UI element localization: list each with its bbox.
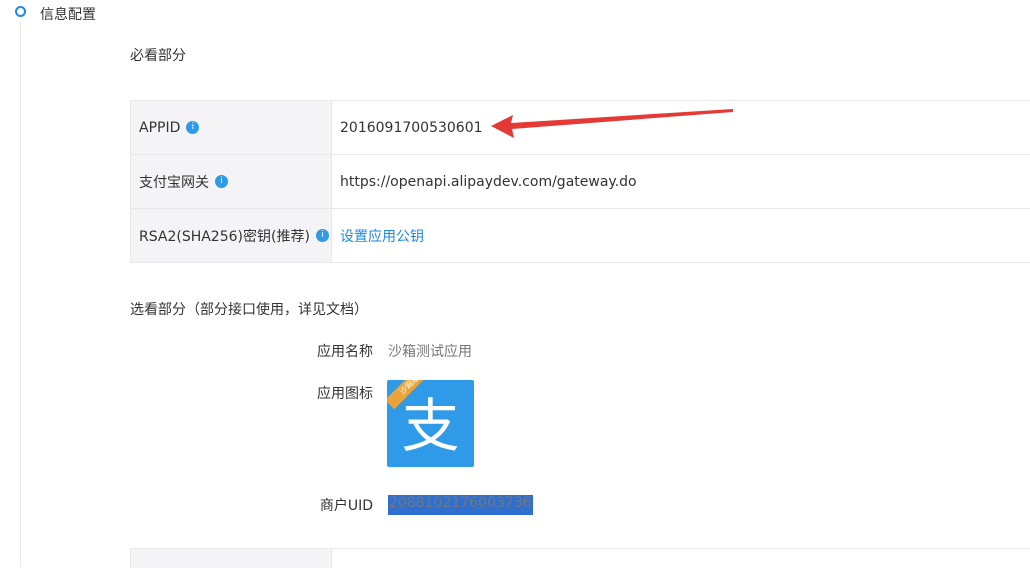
row-label: 支付宝网关: [139, 174, 209, 191]
merchant-uid-label: 商户UID: [319, 498, 373, 514]
app-icon-label: 应用图标: [317, 386, 373, 402]
timeline-dot-icon: [15, 6, 26, 17]
app-icon-row: 应用图标: [130, 383, 373, 403]
set-public-key-link[interactable]: 设置应用公钥: [332, 209, 1030, 262]
merchant-uid-value[interactable]: 2088102176003736: [388, 495, 533, 515]
next-table-row: [130, 548, 1030, 568]
merchant-uid-row: 商户UID 2088102176003736: [130, 495, 533, 515]
info-icon[interactable]: i: [215, 175, 228, 188]
appid-label: APPID i: [131, 101, 332, 154]
timeline-line: [20, 22, 21, 567]
next-table-label-cell: [131, 549, 332, 568]
info-icon[interactable]: i: [186, 121, 200, 134]
table-row: 支付宝网关 i https://openapi.alipaydev.com/ga…: [131, 155, 1030, 209]
rsa2-key-label: RSA2(SHA256)密钥(推荐) i: [131, 209, 332, 262]
app-name-value: 沙箱测试应用: [388, 344, 472, 360]
alipay-glyph: 支: [401, 392, 460, 460]
app-name-row: 应用名称 沙箱测试应用: [130, 341, 472, 361]
section-title: 信息配置: [40, 7, 96, 23]
table-row: RSA2(SHA256)密钥(推荐) i 设置应用公钥: [131, 209, 1030, 263]
gateway-value: https://openapi.alipaydev.com/gateway.do: [340, 173, 637, 190]
optional-heading: 选看部分（部分接口使用，详见文档）: [130, 302, 368, 318]
red-arrow-icon: [491, 109, 733, 138]
alipay-app-icon: 沙箱版 支: [387, 380, 474, 467]
row-label: RSA2(SHA256)密钥(推荐): [139, 228, 310, 245]
gateway-label: 支付宝网关 i: [131, 155, 332, 208]
required-heading: 必看部分: [130, 48, 186, 64]
row-label: APPID: [139, 119, 181, 136]
info-icon[interactable]: i: [315, 229, 329, 242]
app-name-label: 应用名称: [317, 344, 373, 360]
